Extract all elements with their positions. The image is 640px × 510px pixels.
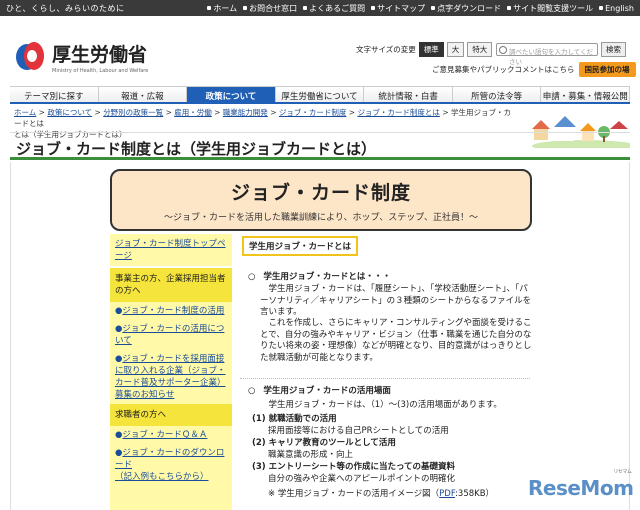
pdf-note-suffix: :358KB） [455, 489, 495, 499]
nav-item-applications[interactable]: 申請・募集・情報公開 [541, 87, 631, 102]
use-3-title: (3) エントリーシート等の作成に当たっての基礎資料 [252, 462, 456, 472]
section1-paragraph2: これを作成し、さらにキャリア・コンサルティングや面談を受けることで、自分の強みや… [260, 318, 532, 363]
breadcrumb-policy[interactable]: 政策について [47, 108, 92, 117]
accessibility-tool-link[interactable]: サイト閲覧支援ツール [507, 3, 593, 14]
sidebar-link-qa[interactable]: ジョブ・カードＱ＆Ａ [122, 430, 207, 440]
section1-paragraph1: 学生用ジョブ・カードは、「履歴シート」、「学校活動歴シート」、「パーソナリティ／… [260, 284, 532, 317]
nav-item-press[interactable]: 報道・広報 [98, 87, 188, 102]
sidebar-link-supporter-recruit[interactable]: ジョブ・カードを採用面接に取り入れる企業（ジョブ・カード普及サポーター企業）募集… [115, 354, 226, 400]
breadcrumb-skills[interactable]: 職業能力開発 [223, 108, 268, 117]
font-size-large-button[interactable]: 大 [446, 42, 465, 57]
site-search: 調べたい語句を入力してください 検索 [496, 42, 626, 66]
font-size-label: 文字サイズの変更 [356, 45, 416, 54]
use-2-title: (2) キャリア教育のツールとして活用 [252, 438, 396, 448]
use-1-title: (1) 就職活動での活用 [252, 414, 337, 424]
main-content: 学生用ジョブ・カードとは 学生用ジョブ・カードとは・・・ 学生用ジョブ・カードは… [240, 234, 532, 510]
banner-heading: ジョブ・カード制度 [230, 182, 411, 204]
left-sidebar: ジョブ・カード制度トップページ 事業主の方、企業採用担当者の方へ ●ジョブ・カー… [110, 234, 232, 510]
pdf-download-link[interactable]: PDF [439, 489, 455, 499]
public-participation-button[interactable]: 国民参加の場 [578, 62, 636, 77]
section-divider [240, 378, 530, 379]
nav-item-statistics[interactable]: 統計情報・白書 [364, 87, 453, 102]
sidebar-item: ●ジョブ・カードのダウンロード （記入例もこちらから） [115, 448, 225, 482]
use-2-desc: 職業意識の形成・向上 [268, 450, 354, 460]
watermark-brand: ReseMom [528, 476, 634, 500]
pdf-note: ※ 学生用ジョブ・カードの活用イメージ図（PDF:358KB） [268, 487, 494, 499]
sidebar-jobseeker-heading: 求職者の方へ [110, 404, 232, 426]
sidebar-employer-heading: 事業主の方、企業採用担当者の方へ [110, 268, 232, 302]
use-1-desc: 採用面接等における自己PRシートとしての活用 [268, 426, 449, 436]
breadcrumb-job-card[interactable]: ジョブ・カード制度 [279, 108, 347, 117]
sidebar-link-usage[interactable]: ジョブ・カードの活用について [115, 324, 224, 346]
sitemap-link[interactable]: サイトマップ [371, 3, 425, 14]
contact-link[interactable]: お問合せ窓口 [243, 3, 297, 14]
use-3-desc: 自分の強みや企業へのアピールポイントの明確化 [268, 474, 456, 484]
sidebar-link-download[interactable]: ジョブ・カードのダウンロード [115, 448, 224, 470]
sidebar-link-utilization[interactable]: ジョブ・カード制度の活用 [122, 306, 224, 316]
breadcrumb-job-card-about[interactable]: ジョブ・カード制度とは [357, 108, 440, 117]
braille-download-link[interactable]: 点字ダウンロード [431, 3, 501, 14]
top-utility-bar: ひと、くらし、みらいのために ホーム お問合せ窓口 よくあるご質問 サイトマップ… [0, 0, 640, 16]
sidebar-top: ジョブ・カード制度トップページ [110, 234, 232, 268]
sidebar-item: ●ジョブ・カード制度の活用 [115, 306, 225, 316]
public-comment-text: ご意見募集やパブリックコメントはこちら [432, 65, 575, 74]
job-card-banner: ジョブ・カード制度 ～ジョブ・カードを活用した職業訓練により、ホップ、ステップ、… [110, 169, 532, 231]
breadcrumb-employment[interactable]: 雇用・労働 [174, 108, 212, 117]
breadcrumb-home[interactable]: ホーム [14, 108, 36, 117]
resemom-watermark: ReseMom リセマム [528, 469, 634, 500]
logo-name: 厚生労働省 [52, 44, 148, 66]
site-tagline: ひと、くらし、みらいのために [6, 3, 125, 13]
sidebar-link-examples[interactable]: （記入例もこちらから） [115, 472, 209, 482]
sidebar-item: ●ジョブ・カードを採用面接に取り入れる企業（ジョブ・カード普及サポーター企業）募… [115, 354, 226, 400]
search-input[interactable]: 調べたい語句を入力してください [496, 43, 598, 66]
section-tab: 学生用ジョブ・カードとは [242, 236, 359, 256]
sidebar-top-link[interactable]: ジョブ・カード制度トップページ [115, 239, 226, 261]
pdf-note-prefix: ※ 学生用ジョブ・カードの活用イメージ図（ [268, 489, 440, 499]
home-link[interactable]: ホーム [207, 3, 237, 14]
banner-subheading: ～ジョブ・カードを活用した職業訓練により、ホップ、ステップ、正社員！～ [164, 213, 478, 223]
utility-links: ホーム お問合せ窓口 よくあるご質問 サイトマップ 点字ダウンロード サイト閲覧… [207, 3, 634, 14]
font-size-normal-button[interactable]: 標準 [418, 42, 444, 57]
nav-item-themes[interactable]: テーマ別に探す [10, 87, 99, 102]
logo-icon [16, 42, 46, 72]
faq-link[interactable]: よくあるご質問 [303, 3, 365, 14]
nav-item-laws[interactable]: 所管の法令等 [452, 87, 542, 102]
mhlw-logo[interactable]: 厚生労働省 Ministry of Health, Labour and Wel… [16, 40, 148, 74]
sidebar-item: ●ジョブ・カードの活用について [115, 324, 225, 346]
watermark-small: リセマム [613, 469, 632, 475]
nav-item-policy[interactable]: 政策について [187, 87, 276, 102]
font-size-xlarge-button[interactable]: 特大 [467, 42, 493, 57]
breadcrumb-policy-list[interactable]: 分野別の政策一覧 [103, 108, 163, 117]
page-title: ジョブ・カード制度とは（学生用ジョブカードとは） [10, 132, 630, 160]
font-size-control: 文字サイズの変更 標準 大 特大 [356, 42, 493, 57]
public-comment-area: ご意見募集やパブリックコメントはこちら 国民参加の場 [432, 62, 636, 77]
english-link[interactable]: English [599, 3, 634, 14]
logo-english-name: Ministry of Health, Labour and Welfare [52, 68, 149, 74]
sidebar-item: ●ジョブ・カードＱ＆Ａ [115, 430, 208, 440]
section2-intro: 学生用ジョブ・カードは、（1）～(3)の活用場面があります。 [268, 400, 502, 410]
section2-title: 学生用ジョブ・カードの活用場面 [248, 384, 391, 396]
global-nav: テーマ別に探す 報道・広報 政策について 厚生労働省について 統計情報・白書 所… [10, 86, 631, 104]
nav-item-about[interactable]: 厚生労働省について [275, 87, 365, 102]
search-button[interactable]: 検索 [601, 42, 626, 57]
section1-title: 学生用ジョブ・カードとは・・・ [248, 270, 391, 282]
